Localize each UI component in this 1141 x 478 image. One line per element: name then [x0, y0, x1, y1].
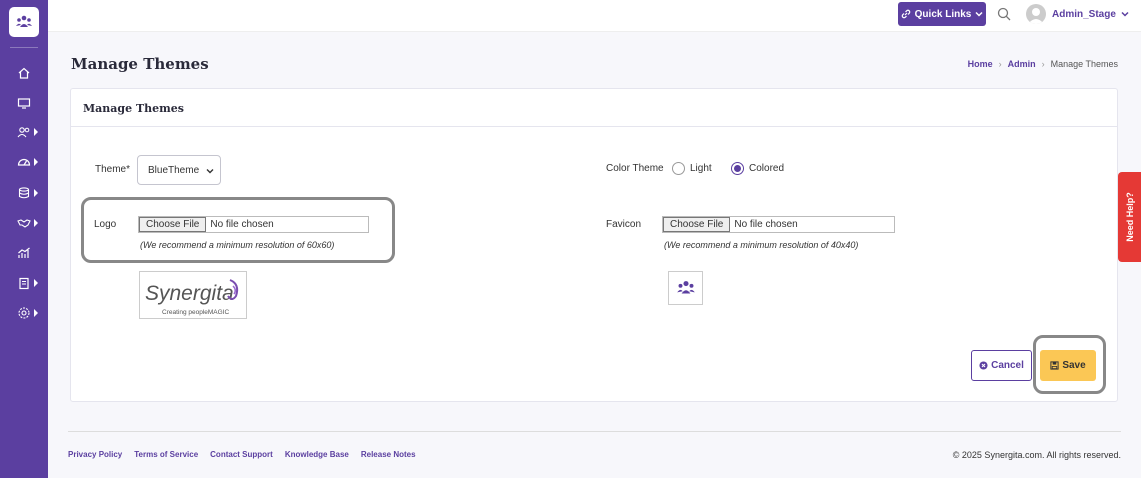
footer-link-release-notes[interactable]: Release Notes: [361, 450, 416, 459]
radio-light[interactable]: [672, 162, 685, 175]
sidebar-database-icon[interactable]: [0, 181, 48, 205]
favicon-file-input[interactable]: Choose File No file chosen: [662, 216, 895, 233]
breadcrumb: Home › Admin › Manage Themes: [968, 59, 1118, 69]
floppy-disk-icon: [1050, 361, 1059, 370]
sidebar-monitor-icon[interactable]: [0, 91, 48, 115]
radio-colored-label: Colored: [749, 163, 785, 174]
footer-link-support[interactable]: Contact Support: [210, 450, 273, 459]
sidebar-settings-icon[interactable]: [0, 301, 48, 325]
need-help-tab[interactable]: Need Help?: [1118, 172, 1141, 262]
sidebar-home-icon[interactable]: [0, 61, 48, 85]
save-label: Save: [1062, 360, 1086, 371]
radio-light-label: Light: [690, 163, 712, 174]
breadcrumb-separator-icon: ›: [1041, 59, 1045, 69]
theme-label: Theme*: [95, 164, 131, 175]
breadcrumb-separator-icon: ›: [998, 59, 1002, 69]
theme-select[interactable]: BlueTheme: [137, 155, 221, 185]
favicon-hint: (We recommend a minimum resolution of 40…: [664, 240, 859, 250]
footer-divider: [68, 431, 1121, 432]
logo-preview-image: Synergita Creating peopleMAGIC: [139, 271, 247, 319]
logo-choose-file-button[interactable]: Choose File: [139, 217, 207, 232]
logo-hint: (We recommend a minimum resolution of 60…: [140, 240, 335, 250]
link-icon: [901, 9, 910, 19]
footer-link-knowledge-base[interactable]: Knowledge Base: [285, 450, 349, 459]
chevron-down-icon: [206, 169, 214, 174]
footer-links: Privacy Policy Terms of Service Contact …: [68, 450, 416, 459]
sidebar: [0, 0, 48, 478]
color-theme-label: Color Theme: [606, 163, 664, 174]
app-logo-icon[interactable]: [9, 7, 39, 37]
manage-themes-card: Manage Themes Theme* BlueTheme Color The…: [70, 88, 1118, 402]
copyright: © 2025 Synergita.com. All rights reserve…: [952, 450, 1121, 460]
breadcrumb-admin[interactable]: Admin: [1008, 59, 1036, 69]
close-circle-icon: [979, 361, 988, 370]
cancel-label: Cancel: [991, 360, 1024, 371]
radio-colored[interactable]: [731, 162, 744, 175]
logo-file-input[interactable]: Choose File No file chosen: [138, 216, 369, 233]
sidebar-analytics-icon[interactable]: [0, 241, 48, 265]
favicon-preview-icon: [668, 271, 703, 305]
quick-links-button[interactable]: Quick Links: [898, 2, 986, 26]
page-title: Manage Themes: [71, 55, 209, 73]
logo-label: Logo: [94, 219, 117, 230]
logo-brand-text: Synergita: [145, 282, 234, 305]
favicon-label: Favicon: [606, 219, 642, 230]
search-icon[interactable]: [996, 6, 1012, 22]
sidebar-dashboard-icon[interactable]: [0, 150, 48, 174]
footer-link-terms[interactable]: Terms of Service: [134, 450, 198, 459]
cancel-button[interactable]: Cancel: [971, 350, 1032, 381]
sidebar-clipboard-icon[interactable]: [0, 271, 48, 295]
sidebar-users-icon[interactable]: [0, 120, 48, 144]
logo-tagline-text: Creating peopleMAGIC: [162, 309, 230, 316]
favicon-choose-file-button[interactable]: Choose File: [663, 217, 731, 232]
avatar[interactable]: [1026, 4, 1046, 24]
user-menu-chevron-icon[interactable]: [1120, 9, 1130, 19]
save-button[interactable]: Save: [1040, 350, 1096, 381]
sidebar-handshake-icon[interactable]: [0, 211, 48, 235]
breadcrumb-current: Manage Themes: [1050, 59, 1118, 69]
chevron-down-icon: [975, 11, 983, 17]
card-title: Manage Themes: [71, 89, 1117, 127]
favicon-file-status: No file chosen: [734, 219, 798, 230]
breadcrumb-home[interactable]: Home: [968, 59, 993, 69]
need-help-label: Need Help?: [1124, 192, 1135, 242]
user-name[interactable]: Admin_Stage: [1052, 9, 1116, 20]
theme-select-value: BlueTheme: [148, 164, 200, 176]
sidebar-divider: [10, 47, 38, 48]
logo-file-status: No file chosen: [210, 219, 274, 230]
quick-links-label: Quick Links: [914, 8, 972, 20]
footer-link-privacy[interactable]: Privacy Policy: [68, 450, 122, 459]
